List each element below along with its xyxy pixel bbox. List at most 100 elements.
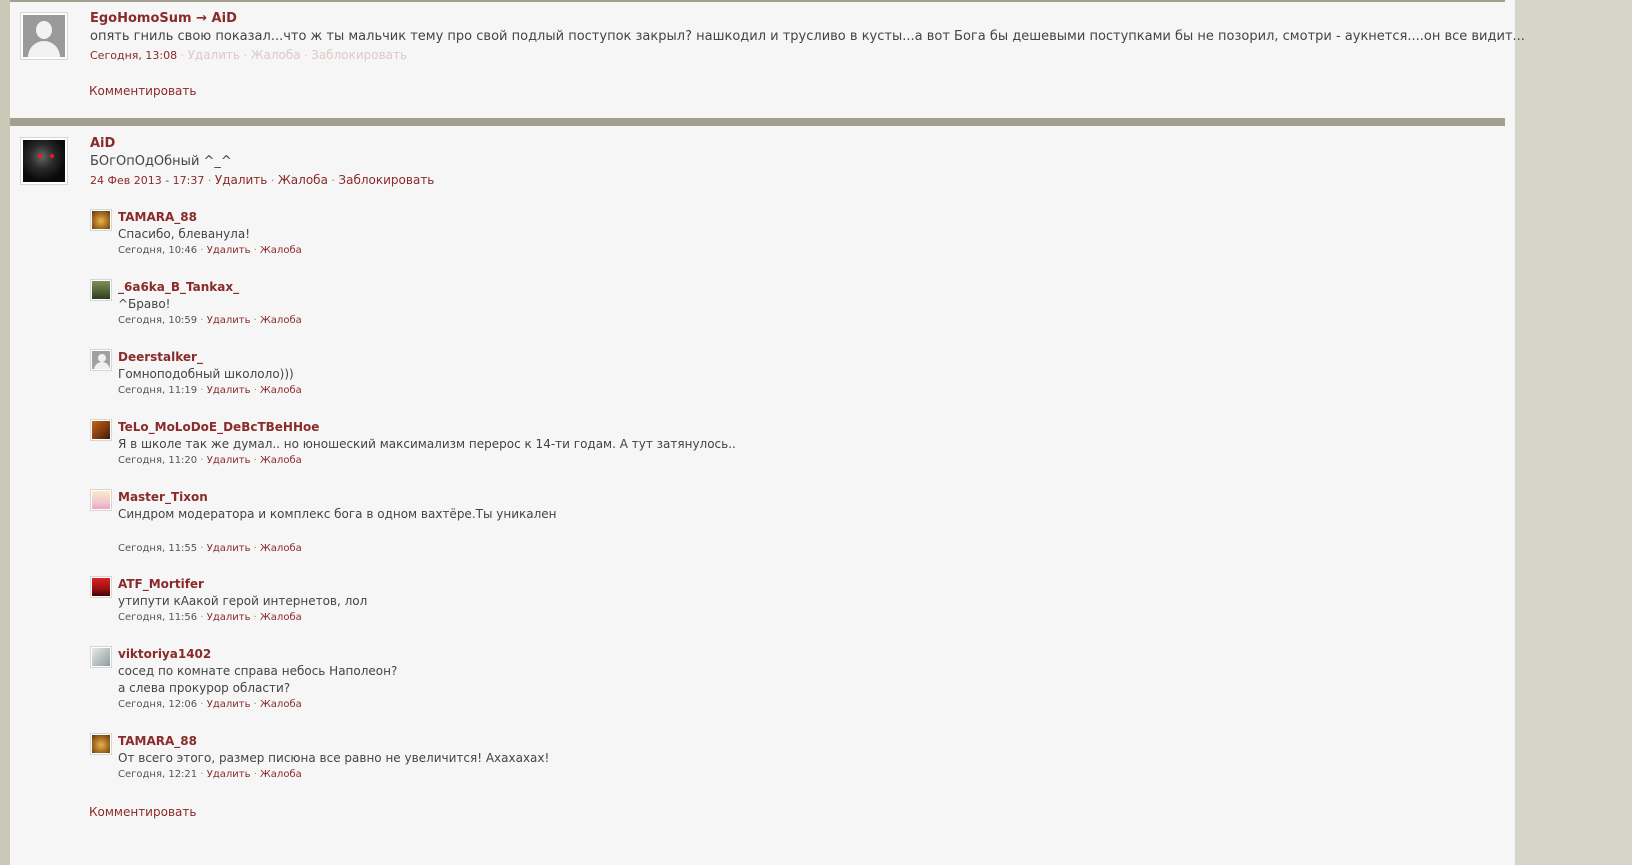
comment-meta: Сегодня, 11:20 · Удалить · Жалоба	[118, 453, 736, 468]
comment-author-link[interactable]: TAMARA_88	[118, 209, 302, 226]
comment-text: Я в школе так же думал.. но юношеский ма…	[118, 437, 736, 451]
dark-creature-avatar-icon	[23, 140, 65, 182]
separator-dot: ·	[331, 174, 335, 187]
report-link[interactable]: Жалоба	[260, 455, 302, 466]
comment-meta: Сегодня, 11:56 · Удалить · Жалоба	[118, 610, 367, 625]
report-link[interactable]: Жалоба	[260, 612, 302, 623]
comment-author-link[interactable]: viktoriya1402	[118, 646, 397, 663]
comment-text: Гомноподобный школоло)))	[118, 367, 294, 381]
comment-meta: Сегодня, 10:59 · Удалить · Жалоба	[118, 313, 302, 328]
post-header: EgoHomoSum → AiD	[90, 11, 1525, 27]
comment-meta: Сегодня, 11:55 · Удалить · Жалоба	[118, 541, 557, 556]
comment-meta: Сегодня, 12:21 · Удалить · Жалоба	[118, 767, 549, 782]
default-user-icon	[92, 351, 110, 369]
commenter-avatar[interactable]	[90, 209, 112, 231]
photo-avatar-icon	[92, 648, 110, 666]
report-link[interactable]: Жалоба	[260, 385, 302, 396]
comment-time: Сегодня, 12:21	[118, 769, 198, 780]
comment-author-link[interactable]: TeLo_MoLoDoE_DeBcTBeHHoe	[118, 419, 736, 436]
comment-meta: Сегодня, 11:19 · Удалить · Жалоба	[118, 383, 302, 398]
separator-dot: ·	[253, 315, 257, 326]
comment-text: От всего этого, размер писюна все равно …	[118, 751, 550, 765]
comment-text: Синдром модератора и комплекс бога в одн…	[118, 507, 557, 521]
post-text: опять гниль свою показал...что ж ты маль…	[90, 29, 1525, 44]
wall-post-top: EgoHomoSum → AiD опять гниль свою показа…	[20, 11, 1525, 112]
comment-time: Сегодня, 12:06	[118, 699, 198, 710]
report-link[interactable]: Жалоба	[278, 173, 328, 187]
post-time: Сегодня, 13:08	[90, 49, 178, 62]
commenter-avatar[interactable]	[90, 576, 112, 598]
comment-author-link[interactable]: TAMARA_88	[118, 733, 549, 750]
comment-text: Спасибо, блеванула!	[118, 227, 251, 241]
bear-avatar-icon	[92, 211, 110, 229]
block-link[interactable]: Заблокировать	[338, 173, 434, 187]
separator-dot: ·	[253, 385, 257, 396]
separator-dot: ·	[253, 245, 257, 256]
separator-dot: ·	[304, 49, 308, 62]
recipient-link[interactable]: AiD	[212, 11, 237, 26]
arrow-icon: →	[196, 11, 208, 26]
photo-avatar-icon	[92, 421, 110, 439]
comment-author-link[interactable]: _6a6ka_B_Tankax_	[118, 279, 302, 296]
bear-avatar-icon	[92, 735, 110, 753]
separator-dot: ·	[200, 699, 204, 710]
commenter-avatar[interactable]	[90, 349, 112, 371]
delete-link[interactable]: Удалить	[207, 543, 251, 554]
comment-text-line2: а слева прокурор области?	[118, 681, 291, 695]
delete-link[interactable]: Удалить	[207, 245, 251, 256]
comment-author-link[interactable]: Deerstalker_	[118, 349, 302, 366]
comment-author-link[interactable]: Master_Tixon	[118, 489, 557, 506]
separator-dot: ·	[200, 455, 204, 466]
separator-dot: ·	[253, 612, 257, 623]
delete-link[interactable]: Удалить	[207, 455, 251, 466]
comment-time: Сегодня, 10:46	[118, 245, 198, 256]
post-time: 24 Фев 2013 - 17:37	[90, 174, 205, 187]
tank-avatar-icon	[92, 281, 110, 299]
separator-dot: ·	[200, 315, 204, 326]
author-link[interactable]: AiD	[90, 136, 434, 152]
comment-author-link[interactable]: ATF_Mortifer	[118, 576, 367, 593]
comment-button[interactable]: Комментировать	[89, 805, 196, 819]
comment-text: сосед по комнате справа небось Наполеон?	[118, 664, 398, 678]
user-avatar[interactable]	[20, 12, 68, 60]
report-link[interactable]: Жалоба	[260, 699, 302, 710]
comment-time: Сегодня, 11:56	[118, 612, 198, 623]
red-avatar-icon	[92, 578, 110, 596]
delete-link[interactable]: Удалить	[207, 315, 251, 326]
report-link[interactable]: Жалоба	[260, 315, 302, 326]
commenter-avatar[interactable]	[90, 489, 112, 511]
commenter-avatar[interactable]	[90, 733, 112, 755]
separator-dot: ·	[200, 385, 204, 396]
wall-post-main: AiD БОгОпОдОбный ^_^ 24 Фев 2013 - 17:37…	[20, 136, 1500, 187]
delete-link[interactable]: Удалить	[207, 612, 251, 623]
commenter-avatar[interactable]	[90, 646, 112, 668]
separator-dot: ·	[270, 174, 275, 187]
comment-button[interactable]: Комментировать	[89, 84, 196, 98]
commenter-avatar[interactable]	[90, 279, 112, 301]
delete-link[interactable]: Удалить	[207, 699, 251, 710]
comment-time: Сегодня, 11:19	[118, 385, 198, 396]
block-link[interactable]: Заблокировать	[311, 48, 407, 62]
post-meta: Сегодня, 13:08 · Удалить · Жалоба · Забл…	[90, 47, 1525, 64]
comment-time: Сегодня, 11:20	[118, 455, 198, 466]
report-link[interactable]: Жалоба	[260, 543, 302, 554]
default-user-icon	[23, 15, 65, 57]
user-avatar[interactable]	[20, 137, 68, 185]
post-separator	[10, 118, 1505, 126]
top-separator	[10, 0, 1505, 2]
report-link[interactable]: Жалоба	[251, 48, 301, 62]
delete-link[interactable]: Удалить	[207, 385, 251, 396]
comment-meta: Сегодня, 10:46 · Удалить · Жалоба	[118, 243, 302, 258]
report-link[interactable]: Жалоба	[260, 769, 302, 780]
separator-dot: ·	[200, 769, 204, 780]
separator-dot: ·	[243, 49, 248, 62]
commenter-avatar[interactable]	[90, 419, 112, 441]
separator-dot: ·	[253, 543, 257, 554]
delete-link[interactable]: Удалить	[188, 48, 241, 62]
author-link[interactable]: EgoHomoSum	[90, 11, 192, 26]
comment-text: утипути кАакой герой интернетов, лол	[118, 594, 368, 608]
comment-text: ^Браво!	[118, 297, 171, 311]
delete-link[interactable]: Удалить	[207, 769, 251, 780]
report-link[interactable]: Жалоба	[260, 245, 302, 256]
delete-link[interactable]: Удалить	[215, 173, 268, 187]
